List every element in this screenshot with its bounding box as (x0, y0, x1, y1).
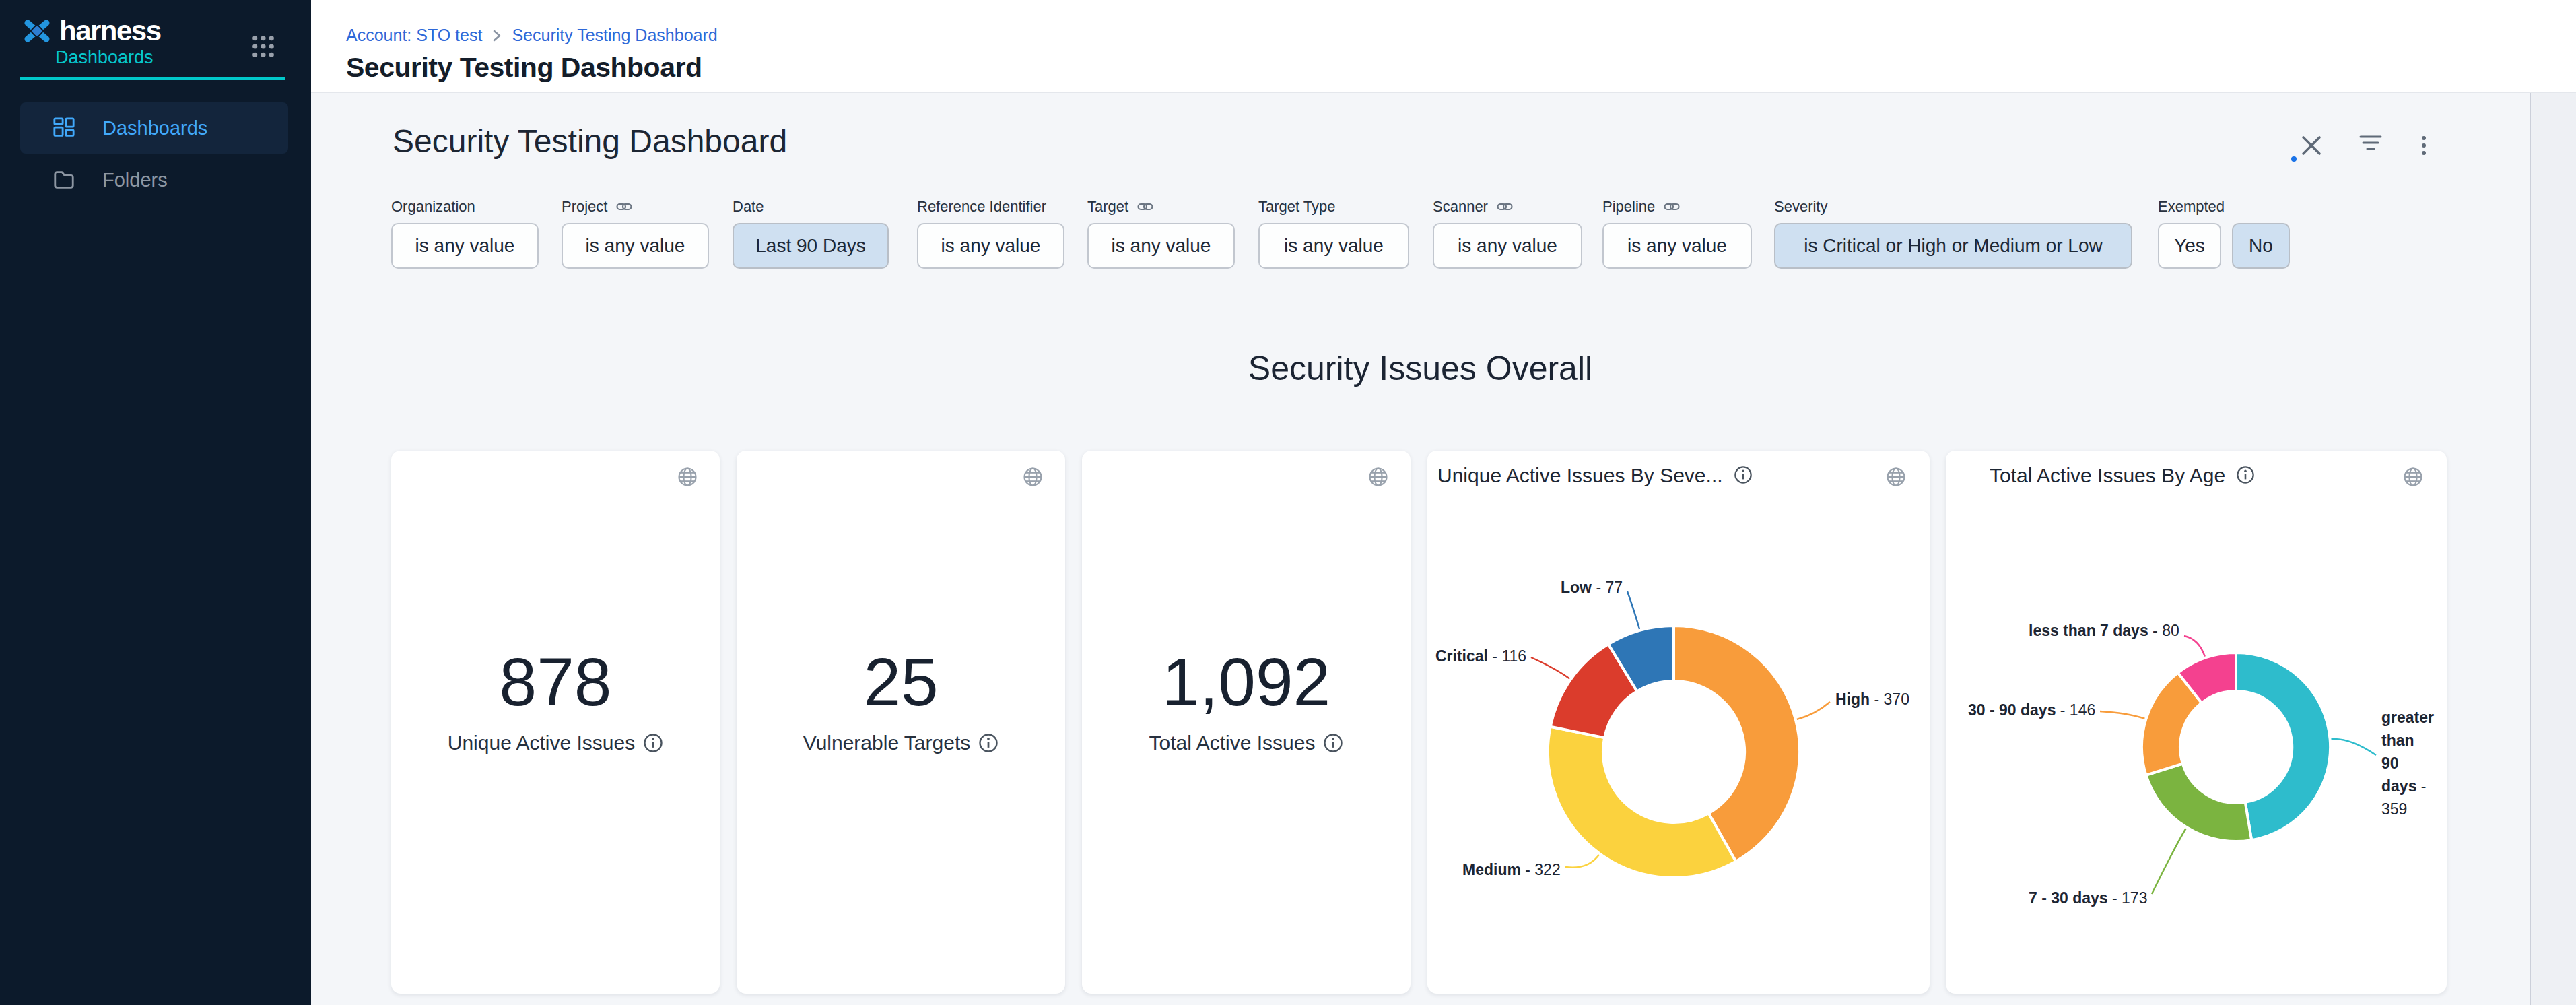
stat-value: 1,092 (1082, 648, 1411, 715)
header: Account: STO test Security Testing Dashb… (311, 0, 2576, 93)
label-leader-line (1797, 702, 1830, 719)
filter-value-target[interactable]: is any value (1087, 223, 1235, 269)
link-icon (616, 199, 632, 215)
stat-value: 25 (737, 648, 1065, 715)
chart-card-0: Unique Active Issues By Seve... Low - 77… (1427, 451, 1930, 994)
donut-segment-7---30-days[interactable] (2146, 764, 2251, 841)
app: harness Dashboards Dashboards Folders Ac… (0, 0, 2576, 1005)
chart-callout-label-7---30-days: 7 - 30 days - 173 (2029, 889, 2147, 907)
filter-value-organization[interactable]: is any value (391, 223, 539, 269)
filter-label-target-type: Target Type (1258, 198, 1336, 216)
chart-card-1: Total Active Issues By Age less than 7 d… (1946, 451, 2447, 994)
chart-callout-label-low: Low - 77 (1561, 579, 1623, 596)
donut-segment-greater-than-90-days[interactable] (2236, 653, 2330, 840)
filter-label-pipeline: Pipeline (1602, 198, 1680, 216)
filter-icon[interactable] (2359, 135, 2383, 156)
link-icon (1664, 199, 1680, 215)
sidebar-divider (20, 77, 285, 80)
filter-label-exempted: Exempted (2158, 198, 2225, 216)
label-leader-line (1565, 855, 1599, 868)
chart-callout-label-greater-than-90-days: greater than 90 days -359 (2381, 706, 2429, 820)
filter-label-organization: Organization (391, 198, 475, 216)
chart-callout-label-critical: Critical - 116 (1435, 647, 1526, 665)
harness-logo[interactable]: harness (20, 15, 161, 47)
label-leader-line (2184, 636, 2205, 657)
module-label: Dashboards (55, 47, 154, 68)
label-leader-line (2100, 711, 2144, 719)
donut-segment-medium[interactable] (1548, 727, 1736, 878)
filter-value-reference-identifier[interactable]: is any value (917, 223, 1064, 269)
stat-label: Vulnerable Targets (737, 732, 1065, 754)
filter-value-severity[interactable]: is Critical or High or Medium or Low (1774, 223, 2132, 269)
sidebar-item-folders[interactable]: Folders (20, 154, 288, 205)
module-grid-icon[interactable] (252, 35, 275, 58)
unsaved-indicator-dot (2291, 156, 2297, 162)
breadcrumb: Account: STO test Security Testing Dashb… (346, 26, 718, 45)
stat-tile-vulnerable-targets: 25 Vulnerable Targets (737, 451, 1065, 994)
chart-callout-label-30---90-days: 30 - 90 days - 146 (1968, 701, 2095, 719)
sidebar-item-label: Folders (102, 169, 168, 191)
folder-icon (53, 168, 75, 191)
sidebar-item-dashboards[interactable]: Dashboards (20, 102, 288, 154)
sidebar-item-label: Dashboards (102, 117, 207, 139)
brand-text: harness (59, 15, 161, 47)
breadcrumb-page-link[interactable]: Security Testing Dashboard (512, 26, 717, 45)
section-title: Security Issues Overall (311, 349, 2530, 388)
filter-label-scanner: Scanner (1433, 198, 1513, 216)
dashboards-icon (53, 117, 75, 139)
filter-value-target-type[interactable]: is any value (1258, 223, 1409, 269)
breadcrumb-account-link[interactable]: Account: STO test (346, 26, 482, 45)
clear-cache-icon[interactable] (2299, 133, 2324, 158)
info-icon[interactable] (643, 733, 663, 753)
filter-value-pipeline[interactable]: is any value (1602, 223, 1752, 269)
label-leader-line (1531, 657, 1569, 678)
stat-label: Total Active Issues (1082, 732, 1411, 754)
chart-callout-label-high: High - 370 (1835, 690, 1909, 708)
stat-tile-unique-active-issues: 878 Unique Active Issues (391, 451, 720, 994)
chevron-right-icon (492, 28, 502, 44)
exempted-yes-button[interactable]: Yes (2158, 223, 2221, 269)
panel-right-gutter (2530, 93, 2576, 1005)
more-options-icon[interactable] (2418, 135, 2429, 158)
filter-label-severity: Severity (1774, 198, 1827, 216)
link-icon (1137, 199, 1153, 215)
filter-label-reference-identifier: Reference Identifier (917, 198, 1046, 216)
filter-label-project: Project (562, 198, 632, 216)
info-icon[interactable] (1323, 733, 1343, 753)
link-icon (1497, 199, 1513, 215)
stat-tile-total-active-issues: 1,092 Total Active Issues (1082, 451, 1411, 994)
label-leader-line (1627, 591, 1639, 629)
globe-icon[interactable] (1023, 467, 1043, 487)
stat-label: Unique Active Issues (391, 732, 720, 754)
filter-label-date: Date (733, 198, 764, 216)
filter-value-date[interactable]: Last 90 Days (733, 223, 889, 269)
chart-callout-label-less-than-7-days: less than 7 days - 80 (2029, 622, 2179, 639)
label-leader-line (2332, 739, 2377, 755)
main-content: Security Testing Dashboard Organization i… (311, 93, 2576, 1005)
harness-logo-icon (20, 15, 54, 46)
label-leader-line (2152, 829, 2186, 894)
filter-value-project[interactable]: is any value (562, 223, 709, 269)
dashboard-title: Security Testing Dashboard (393, 123, 787, 160)
exempted-no-button[interactable]: No (2232, 223, 2290, 269)
filter-value-scanner[interactable]: is any value (1433, 223, 1582, 269)
globe-icon[interactable] (677, 467, 698, 487)
info-icon[interactable] (978, 733, 998, 753)
filter-label-target: Target (1087, 198, 1153, 216)
sidebar: harness Dashboards Dashboards Folders (0, 0, 311, 1005)
page-title: Security Testing Dashboard (346, 52, 702, 84)
chart-callout-label-medium: Medium - 322 (1462, 861, 1561, 878)
stat-value: 878 (391, 648, 720, 715)
globe-icon[interactable] (1368, 467, 1388, 487)
